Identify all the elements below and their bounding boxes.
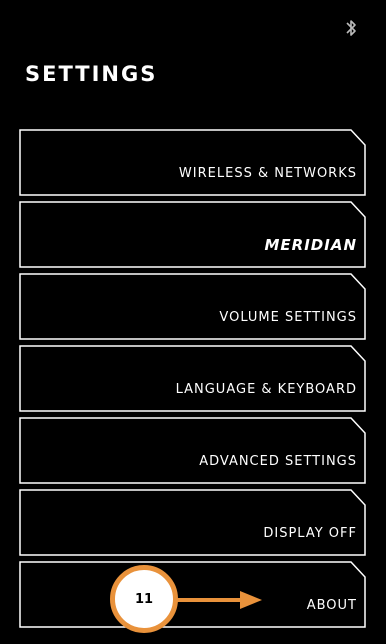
menu-item-frame — [19, 129, 366, 196]
menu-item-language-keyboard[interactable]: LANGUAGE & KEYBOARD — [18, 345, 367, 413]
menu-item-advanced-settings[interactable]: ADVANCED SETTINGS — [18, 417, 367, 485]
menu-item-label: VOLUME SETTINGS — [219, 310, 357, 325]
menu-item-frame — [19, 489, 366, 556]
menu-item-volume-settings[interactable]: VOLUME SETTINGS — [18, 273, 367, 341]
menu-item-label: WIRELESS & NETWORKS — [178, 166, 357, 181]
callout-arrow-icon — [176, 591, 262, 609]
status-bar — [0, 0, 386, 52]
page-title: SETTINGS — [25, 62, 158, 86]
meridian-logo: MERIDIAN — [264, 236, 357, 254]
menu-item-wireless-networks[interactable]: WIRELESS & NETWORKS — [18, 129, 367, 197]
menu-item-frame — [19, 273, 366, 340]
device-screen: SETTINGS WIRELESS & NETWORKS MERIDIAN VO… — [0, 0, 386, 644]
menu-item-label: ADVANCED SETTINGS — [199, 454, 357, 469]
menu-item-display-off[interactable]: DISPLAY OFF — [18, 489, 367, 557]
menu-item-frame — [19, 201, 366, 268]
menu-item-label: LANGUAGE & KEYBOARD — [175, 382, 357, 397]
menu-item-frame — [19, 417, 366, 484]
menu-item-label: DISPLAY OFF — [263, 526, 357, 541]
menu-item-meridian[interactable]: MERIDIAN — [18, 201, 367, 269]
bluetooth-icon — [346, 20, 356, 36]
menu-item-label: ABOUT — [306, 598, 357, 613]
menu-item-frame — [19, 345, 366, 412]
callout-badge: 11 — [110, 565, 178, 633]
